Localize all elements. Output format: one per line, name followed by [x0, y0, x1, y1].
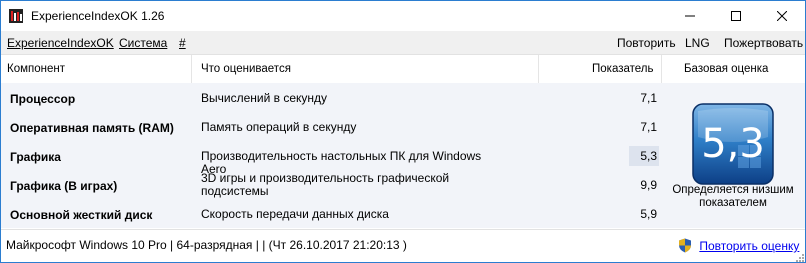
row-component: Процессор	[10, 92, 76, 106]
menu-system[interactable]: Система	[119, 36, 167, 50]
column-component[interactable]: Компонент	[7, 63, 65, 75]
row-component: Основной жесткий диск	[10, 208, 153, 222]
menu-hash[interactable]: #	[179, 36, 186, 50]
minimize-button[interactable]	[667, 1, 713, 31]
column-header: Компонент Что оценивается Показатель Баз…	[1, 55, 805, 84]
maximize-icon	[731, 11, 741, 21]
close-button[interactable]	[759, 1, 805, 31]
base-score-badge: 5,3	[692, 103, 774, 185]
base-score-value: 5,3	[701, 121, 765, 167]
row-score: 7,1	[640, 91, 657, 105]
row-what: Память операций в секунду	[201, 120, 357, 134]
base-score-panel: 5,3 Определяется низшим показателем	[661, 83, 805, 228]
close-icon	[777, 11, 787, 21]
row-score-highlighted: 5,3	[629, 146, 659, 166]
row-score: 9,9	[640, 178, 657, 192]
table-row[interactable]: Графика Производительность настольных ПК…	[1, 142, 661, 176]
row-what: Скорость передачи данных диска	[201, 207, 389, 221]
row-component: Оперативная память (RAM)	[10, 121, 174, 135]
resize-grip-icon[interactable]	[794, 252, 804, 262]
column-divider[interactable]	[661, 55, 662, 83]
row-what: 3D игры и производительность графической…	[201, 171, 450, 198]
column-score[interactable]: Показатель	[592, 63, 653, 75]
score-table: Процессор Вычислений в секунду 7,1 Опера…	[1, 83, 661, 228]
minimize-icon	[685, 15, 695, 17]
table-row[interactable]: Оперативная память (RAM) Память операций…	[1, 113, 661, 142]
menu-lng[interactable]: LNG	[685, 36, 710, 50]
rerun-label[interactable]: Повторить оценку	[699, 239, 799, 253]
base-score-caption: Определяется низшим показателем	[672, 184, 794, 209]
menu-bar: ExperienceIndexOK Система # Повторить LN…	[1, 31, 805, 55]
row-component: Графика	[10, 150, 61, 164]
title-bar: ExperienceIndexOK 1.26	[1, 1, 805, 31]
menu-donate[interactable]: Пожертвовать	[724, 36, 803, 50]
bars-chart-icon	[9, 9, 23, 23]
row-what: Вычислений в секунду	[201, 91, 328, 105]
row-score: 5,9	[640, 207, 657, 221]
status-bar: Майкрософт Windows 10 Pro | 64-разрядная…	[1, 229, 805, 262]
table-row[interactable]: Графика (В играх) 3D игры и производител…	[1, 171, 661, 200]
window-title: ExperienceIndexOK 1.26	[31, 9, 165, 23]
table-row[interactable]: Основной жесткий диск Скорость передачи …	[1, 200, 661, 229]
column-base[interactable]: Базовая оценка	[684, 63, 768, 75]
menu-app[interactable]: ExperienceIndexOK	[7, 36, 114, 50]
row-score: 7,1	[640, 120, 657, 134]
uac-shield-icon	[679, 238, 691, 253]
column-divider[interactable]	[538, 55, 539, 83]
row-component: Графика (В играх)	[10, 179, 118, 193]
table-row[interactable]: Процессор Вычислений в секунду 7,1	[1, 84, 661, 113]
system-info-text: Майкрософт Windows 10 Pro | 64-разрядная…	[6, 238, 407, 252]
column-divider[interactable]	[191, 55, 192, 83]
column-what[interactable]: Что оценивается	[201, 63, 291, 75]
maximize-button[interactable]	[713, 1, 759, 31]
rerun-assessment-link[interactable]: Повторить оценку	[678, 238, 799, 253]
menu-repeat[interactable]: Повторить	[617, 36, 676, 50]
app-window: ExperienceIndexOK 1.26 ExperienceIndexOK…	[0, 0, 806, 263]
